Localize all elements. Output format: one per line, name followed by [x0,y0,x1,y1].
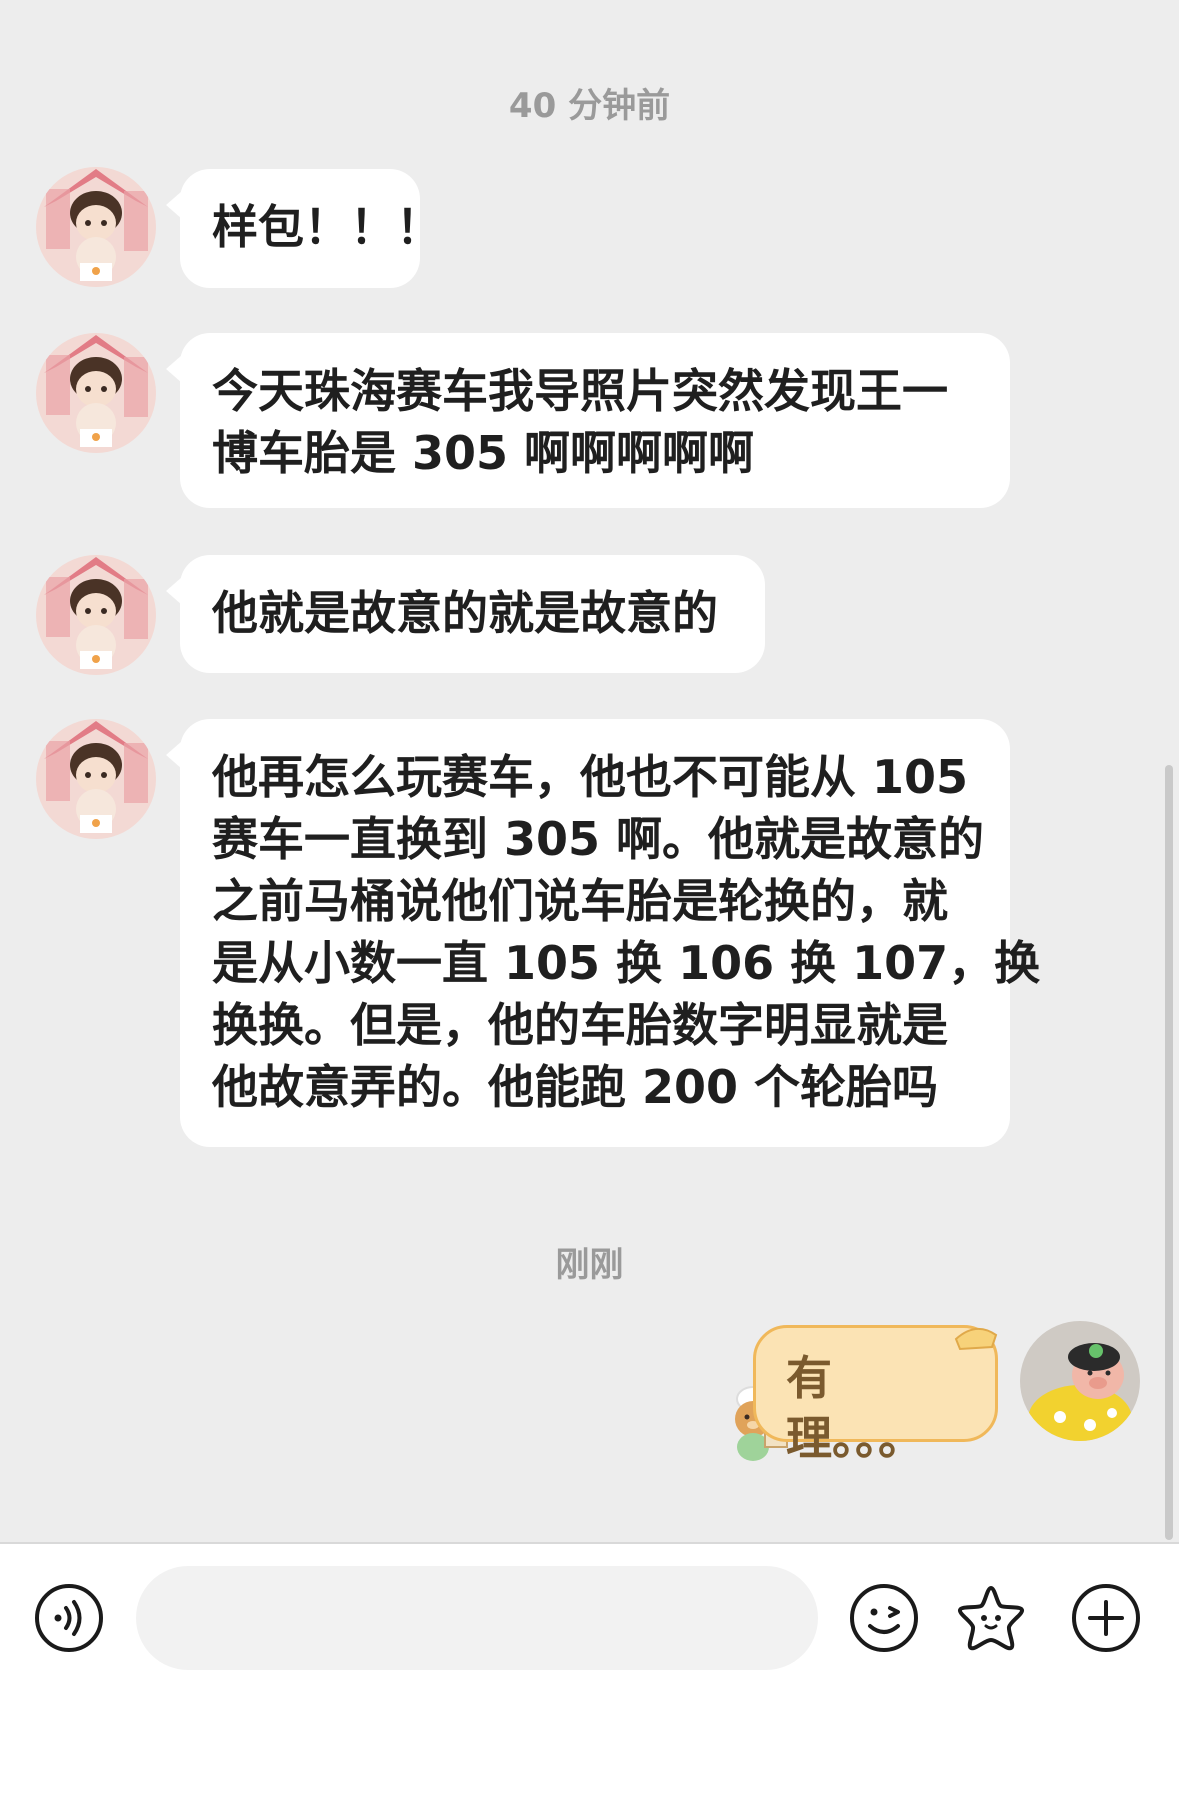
more-button[interactable] [1070,1582,1142,1654]
sender-avatar[interactable] [36,555,156,675]
message-line: 赛车一直换到 305 啊。他就是故意的 [212,812,985,866]
timestamp-40-min: 40 分钟前 [508,86,671,126]
message-line: 样包！！！ [212,200,442,254]
message-line: 他就是故意的就是故意的 [212,586,718,640]
message-bubble[interactable]: 今天珠海赛车我导照片突然发现王一 博车胎是 305 啊啊啊啊啊 [166,333,1010,508]
doll-avatar-icon [36,555,156,675]
message-line: 博车胎是 305 啊啊啊啊啊 [212,426,755,480]
message-bubble[interactable]: 他就是故意的就是故意的 [166,555,765,673]
sticker-button[interactable] [955,1582,1027,1654]
timestamp-just-now: 刚刚 [555,1245,624,1285]
doll-avatar-icon [36,333,156,453]
scrollbar[interactable] [1165,765,1173,1540]
voice-icon [35,1584,103,1652]
message-text: 有理。。。 [786,1351,924,1465]
message-input[interactable] [136,1566,818,1670]
sender-avatar[interactable] [36,167,156,287]
my-avatar[interactable] [1020,1321,1140,1441]
chat-area[interactable]: 40 分钟前 样包！！！ 今天珠海赛车我导照片突然发现王一 博车胎是 305 啊… [0,0,1179,1542]
sender-avatar[interactable] [36,719,156,839]
sender-avatar[interactable] [36,333,156,453]
message-line: 是从小数一直 105 换 106 换 107，换 [212,936,1041,990]
emoji-button[interactable] [848,1582,920,1654]
doll-avatar-icon [36,719,156,839]
input-bar [0,1544,1179,1796]
message-line: 他再怎么玩赛车，他也不可能从 105 [212,750,969,804]
pig-avatar-icon [1020,1321,1140,1441]
plus-icon [1072,1584,1140,1652]
message-line: 换换。但是，他的车胎数字明显就是 [212,998,948,1052]
message-line: 今天珠海赛车我导照片突然发现王一 [212,364,948,418]
star-sticker-icon [958,1586,1024,1651]
voice-button[interactable] [33,1582,105,1654]
message-line: 他故意弄的。他能跑 200 个轮胎吗 [212,1060,939,1114]
emoji-icon [850,1584,918,1652]
message-line: 之前马桶说他们说车胎是轮换的，就 [212,874,948,928]
message-bubble[interactable]: 他再怎么玩赛车，他也不可能从 105 赛车一直换到 305 啊。他就是故意的 之… [166,719,1041,1147]
bread-decoration-icon [952,1321,1000,1351]
doll-avatar-icon [36,167,156,287]
message-bubble[interactable]: 样包！！！ [166,169,442,288]
